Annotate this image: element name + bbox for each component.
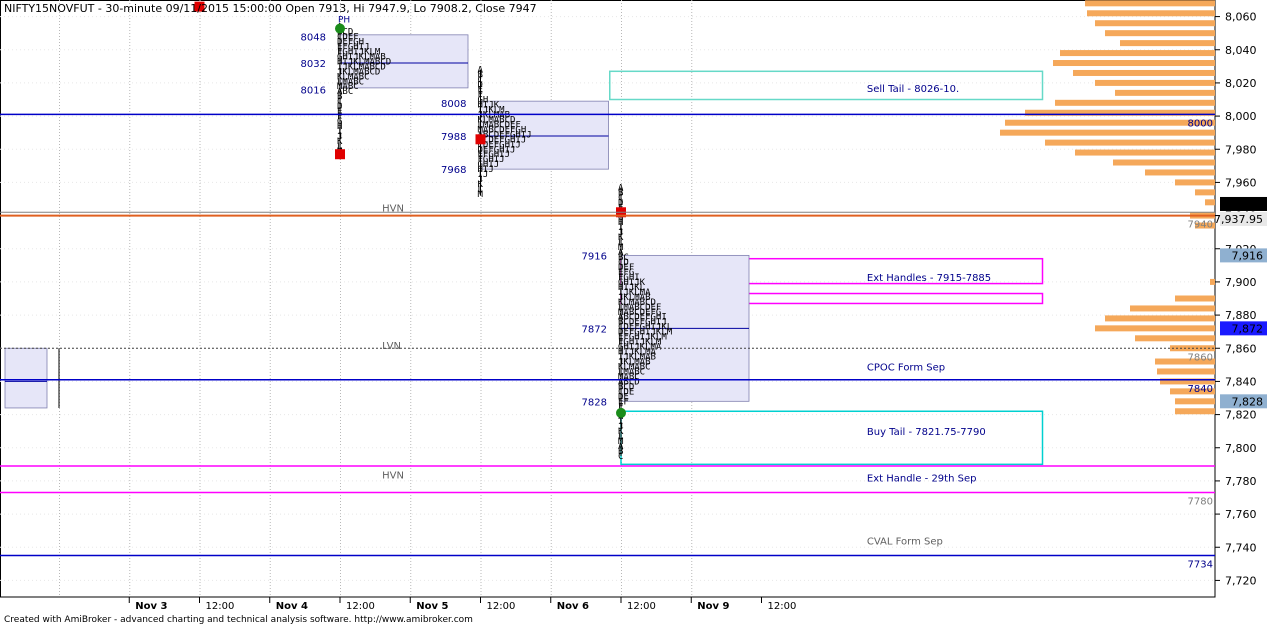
chart-footer: Created with AmiBroker - advanced charti… bbox=[4, 615, 473, 625]
volume-profile-bar bbox=[1105, 315, 1215, 322]
y-tick-label: 7,840 bbox=[1225, 375, 1257, 388]
y-tick-label: 8,020 bbox=[1225, 77, 1257, 90]
tpo-letters: M bbox=[478, 190, 484, 200]
x-tick-label: Nov 9 bbox=[697, 601, 729, 612]
y-tick-label: 7,900 bbox=[1225, 276, 1257, 289]
volume-profile-bar bbox=[1055, 99, 1215, 106]
volume-profile-bar bbox=[1115, 89, 1215, 96]
volume-profile-bar bbox=[1120, 40, 1215, 47]
chart-window: ABCDCDEFDEFGHEFGHIJFGHIJKLMGHIJKLMABHIJK… bbox=[0, 0, 1267, 626]
volume-profile-bar bbox=[1175, 179, 1215, 186]
x-tick-label: 12:00 bbox=[206, 601, 235, 612]
y-tick-label: 7,720 bbox=[1225, 574, 1257, 587]
volume-profile-bar bbox=[1205, 199, 1215, 206]
value-area-box bbox=[4, 347, 48, 409]
profile-level-label: 7968 bbox=[441, 165, 466, 176]
annotation-label: Buy Tail - 7821.75-7790 bbox=[867, 427, 986, 438]
volume-profile-bar bbox=[1073, 69, 1215, 76]
level-line-label: 7940 bbox=[1188, 220, 1213, 231]
annotation-label: Ext Handle - 29th Sep bbox=[867, 474, 977, 485]
profile-level-label: 8048 bbox=[301, 32, 326, 43]
volume-profile-bar bbox=[1000, 129, 1215, 136]
open-marker bbox=[335, 149, 345, 160]
x-tick-label: 12:00 bbox=[768, 601, 797, 612]
volume-profile-bar bbox=[1060, 50, 1215, 57]
volume-profile-bar bbox=[1053, 60, 1215, 67]
y-tick-label: 7,960 bbox=[1225, 176, 1257, 189]
volume-profile-bar bbox=[1095, 325, 1215, 332]
level-line-label: 7734 bbox=[1188, 560, 1213, 571]
annotation-label: CVAL Form Sep bbox=[867, 537, 943, 548]
volume-profile-bar bbox=[1130, 305, 1215, 312]
profile-level-label: 7872 bbox=[582, 324, 607, 335]
annotation-label: Ext Handles - 7915-7885 bbox=[867, 273, 991, 284]
profile-level-label: 8008 bbox=[441, 99, 466, 110]
volume-profile-bar bbox=[1095, 20, 1215, 27]
profile-level-label: 8016 bbox=[301, 86, 326, 97]
y-tick-label: 7,820 bbox=[1225, 409, 1257, 422]
y-tick-label: 7,860 bbox=[1225, 342, 1257, 355]
x-tick-label: 12:00 bbox=[627, 601, 656, 612]
x-tick-label: 12:00 bbox=[487, 601, 516, 612]
profile-level-label: 7988 bbox=[441, 132, 466, 143]
x-tick-label: 12:00 bbox=[346, 601, 375, 612]
open-marker bbox=[475, 134, 486, 145]
y-tick-label: 7,800 bbox=[1225, 442, 1257, 455]
volume-profile-bar bbox=[1113, 159, 1215, 166]
annotation-label: LVN bbox=[382, 341, 401, 352]
plot-area bbox=[0, 0, 1216, 598]
annotation-label: HVN bbox=[382, 203, 404, 214]
annotation-label: CPOC Form Sep bbox=[867, 362, 945, 373]
profile-level-label: 7828 bbox=[582, 397, 607, 408]
volume-profile-bar bbox=[1045, 139, 1215, 146]
volume-profile-bar bbox=[1087, 10, 1215, 17]
chart-title: NIFTY15NOVFUT - 30-minute 09/11/2015 15:… bbox=[4, 2, 537, 15]
volume-profile-bar bbox=[1135, 335, 1215, 342]
volume-profile-bar bbox=[1157, 368, 1215, 375]
y-tick-label: 7,740 bbox=[1225, 541, 1257, 554]
y-tick-label: 7,880 bbox=[1225, 309, 1257, 322]
volume-profile-bar bbox=[1175, 398, 1215, 405]
price-badge-label: 7,828 bbox=[1232, 395, 1264, 408]
price-badge-label: 7,916 bbox=[1232, 249, 1264, 262]
y-tick-label: 8,000 bbox=[1225, 110, 1257, 123]
x-tick-label: Nov 5 bbox=[416, 601, 448, 612]
x-tick-label: Nov 6 bbox=[557, 601, 589, 612]
volume-profile-bar bbox=[1175, 408, 1215, 415]
profile-level-label: 8032 bbox=[301, 59, 326, 70]
level-line-label: 7840 bbox=[1188, 384, 1213, 395]
profile-high-marker bbox=[335, 23, 345, 34]
y-tick-label: 7,980 bbox=[1225, 143, 1257, 156]
level-line-label: 7780 bbox=[1188, 497, 1213, 508]
market-profile-chart: ABCDCDEFDEFGHEFGHIJFGHIJKLMGHIJKLMABHIJK… bbox=[0, 0, 1267, 625]
volume-profile-bar bbox=[1095, 79, 1215, 86]
profile-level-label: 7916 bbox=[582, 251, 607, 262]
x-tick-label: Nov 4 bbox=[276, 601, 308, 612]
y-tick-label: 8,040 bbox=[1225, 44, 1257, 57]
volume-profile-bar bbox=[1145, 169, 1215, 176]
price-badge-label: 7,937.95 bbox=[1214, 213, 1263, 226]
y-tick-label: 7,760 bbox=[1225, 508, 1257, 521]
level-line-label: 7860 bbox=[1188, 352, 1213, 363]
price-badge-label: 7,947 bbox=[1232, 198, 1264, 211]
low-marker bbox=[616, 407, 626, 418]
annotation-label: HVN bbox=[382, 470, 404, 481]
volume-profile-bar bbox=[1195, 189, 1215, 196]
volume-profile-bar bbox=[1005, 119, 1215, 126]
volume-profile-bar bbox=[1085, 0, 1215, 7]
volume-profile-bar bbox=[1105, 30, 1215, 37]
price-badge-label: 7,872 bbox=[1232, 322, 1264, 335]
volume-profile-bar bbox=[1210, 278, 1215, 285]
volume-profile-bar bbox=[1075, 149, 1215, 156]
y-tick-label: 7,780 bbox=[1225, 475, 1257, 488]
x-tick-label: Nov 3 bbox=[135, 601, 167, 612]
y-tick-label: 8,060 bbox=[1225, 11, 1257, 24]
annotation-label: Sell Tail - 8026-10. bbox=[867, 84, 959, 95]
level-line-label: 8000 bbox=[1188, 118, 1213, 129]
tpo-letters: C bbox=[618, 452, 623, 462]
volume-profile-bar bbox=[1175, 295, 1215, 302]
